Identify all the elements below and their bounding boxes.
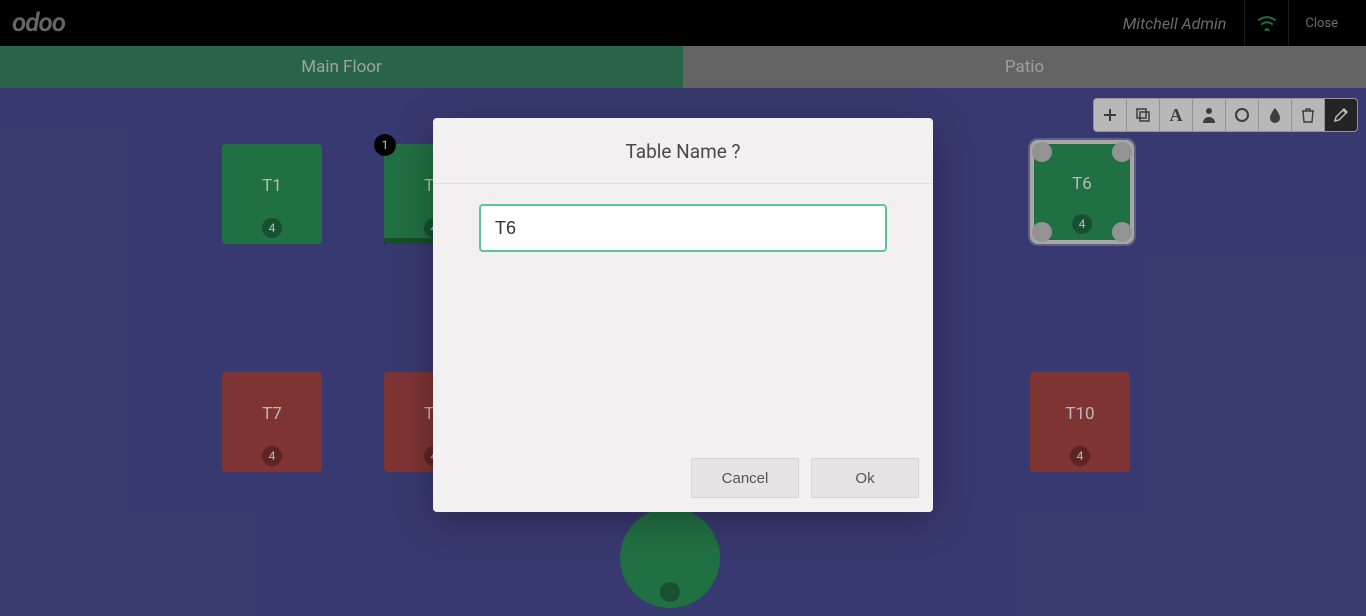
table-name-modal: Table Name ? Cancel Ok — [433, 118, 933, 512]
cancel-button[interactable]: Cancel — [691, 458, 799, 498]
modal-title: Table Name ? — [433, 118, 933, 184]
modal-footer: Cancel Ok — [433, 446, 933, 512]
table-name-input[interactable] — [479, 204, 887, 252]
ok-button[interactable]: Ok — [811, 458, 919, 498]
modal-body — [433, 184, 933, 276]
